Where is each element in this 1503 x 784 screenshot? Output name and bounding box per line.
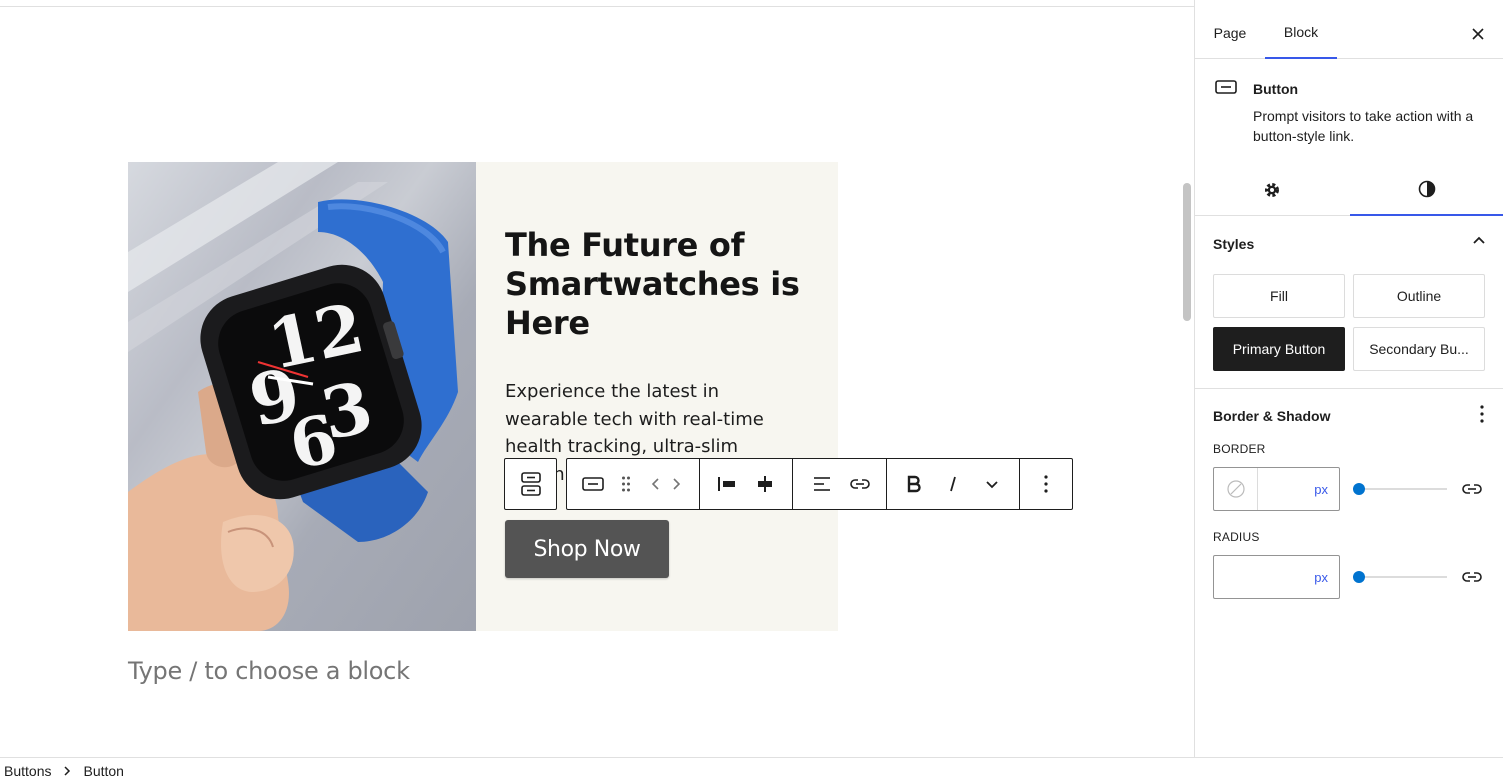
slider-thumb[interactable] <box>1353 571 1365 583</box>
style-option-primary-button[interactable]: Primary Button <box>1213 327 1345 371</box>
breadcrumb-item-buttons[interactable]: Buttons <box>4 763 51 779</box>
smartwatch-image: 12 9 3 6 <box>128 162 458 631</box>
move-button[interactable] <box>641 459 691 509</box>
link-icon <box>1462 572 1482 582</box>
justify-left-icon <box>718 477 735 491</box>
close-icon <box>1472 28 1484 40</box>
link-icon <box>1462 484 1482 494</box>
block-toolbar <box>566 458 1073 510</box>
justify-center-button[interactable] <box>746 459 784 509</box>
radius-input[interactable]: px <box>1213 555 1340 599</box>
styles-panel-title[interactable]: Styles <box>1213 236 1254 252</box>
shop-now-label[interactable]: Shop Now <box>533 537 640 562</box>
border-color-swatch[interactable] <box>1214 468 1258 510</box>
block-card-title: Button <box>1253 81 1299 97</box>
drag-handle-button[interactable] <box>611 459 641 509</box>
slider-thumb[interactable] <box>1353 483 1365 495</box>
radius-label: RADIUS <box>1213 530 1260 544</box>
italic-icon <box>950 476 956 492</box>
tab-page[interactable]: Page <box>1195 6 1265 59</box>
toolbar-justify-section <box>700 459 793 509</box>
radius-slider[interactable] <box>1353 570 1447 584</box>
tab-settings[interactable] <box>1195 164 1349 216</box>
border-label: BORDER <box>1213 442 1266 456</box>
breadcrumb-item-button[interactable]: Button <box>83 763 123 779</box>
more-formats-button[interactable] <box>973 459 1011 509</box>
settings-sidebar: Page Block Button Prompt visitors to tak… <box>1194 0 1503 757</box>
bold-button[interactable] <box>895 459 933 509</box>
block-card-description: Prompt visitors to take action with a bu… <box>1253 108 1474 144</box>
drag-handle-icon <box>622 476 630 492</box>
border-shadow-panel: Border & Shadow BORDER px RADIUS px <box>1195 390 1503 640</box>
style-option-outline[interactable]: Outline <box>1353 274 1485 318</box>
no-color-icon <box>1226 480 1245 498</box>
toolbar-block-section <box>567 459 700 509</box>
toolbar-align-section <box>793 459 887 509</box>
tab-block[interactable]: Block <box>1265 6 1337 59</box>
link-button[interactable] <box>841 459 879 509</box>
tab-styles[interactable] <box>1350 164 1503 216</box>
style-option-fill[interactable]: Fill <box>1213 274 1345 318</box>
border-width-slider[interactable] <box>1353 482 1447 496</box>
more-chevron-icon <box>986 481 998 489</box>
shop-now-button[interactable]: Shop Now <box>505 520 669 578</box>
style-option-secondary-button[interactable]: Secondary Bu... <box>1353 327 1485 371</box>
panel-options-icon[interactable] <box>1480 405 1484 423</box>
justify-left-button[interactable] <box>708 459 746 509</box>
styles-panel: Styles Fill Outline Primary Button Secon… <box>1195 217 1503 389</box>
border-width-input[interactable]: px <box>1213 467 1340 511</box>
justify-center-icon <box>758 476 772 492</box>
toolbar-format-section <box>887 459 1020 509</box>
gear-icon <box>1265 183 1279 197</box>
options-menu-icon <box>1044 475 1048 493</box>
media-text-heading[interactable]: The Future of Smartwatches is Here <box>505 226 825 343</box>
toolbar-options-section <box>1020 459 1072 509</box>
button-block-icon <box>582 477 604 491</box>
text-align-button[interactable] <box>803 459 841 509</box>
options-button[interactable] <box>1028 459 1064 509</box>
button-block-icon <box>1215 80 1237 94</box>
chevron-right-icon <box>63 766 71 776</box>
sidebar-tabs: Page Block <box>1195 6 1503 59</box>
border-unit[interactable]: px <box>1314 482 1328 497</box>
block-breadcrumb: Buttons Button <box>0 757 1503 784</box>
italic-button[interactable] <box>933 459 973 509</box>
chevron-up-icon[interactable] <box>1472 235 1486 245</box>
border-shadow-title: Border & Shadow <box>1213 408 1331 424</box>
unlink-sides-button[interactable] <box>1461 478 1483 500</box>
link-icon <box>850 479 870 489</box>
align-left-icon <box>814 477 830 491</box>
media-image[interactable]: 12 9 3 6 <box>128 162 476 631</box>
radius-unit[interactable]: px <box>1314 570 1328 585</box>
block-inspector-tabs <box>1195 164 1503 216</box>
block-appender[interactable]: Type / to choose a block <box>128 657 410 685</box>
canvas-scrollbar[interactable] <box>1183 183 1191 321</box>
media-text-block[interactable]: 12 9 3 6 The Future of Smartwatches is H… <box>128 162 838 631</box>
bold-icon <box>907 475 921 493</box>
slider-track <box>1359 488 1447 490</box>
block-type-button[interactable] <box>575 459 611 509</box>
select-parent-button[interactable] <box>504 458 557 510</box>
contrast-icon <box>1418 180 1436 198</box>
close-sidebar-button[interactable] <box>1466 22 1490 46</box>
slider-track <box>1359 576 1447 578</box>
block-card: Button Prompt visitors to take action wi… <box>1195 60 1503 160</box>
unlink-corners-button[interactable] <box>1461 566 1483 588</box>
buttons-block-icon <box>520 472 541 496</box>
move-arrows-icon <box>652 478 680 490</box>
editor-canvas[interactable]: 12 9 3 6 The Future of Smartwatches is H… <box>0 6 1194 757</box>
